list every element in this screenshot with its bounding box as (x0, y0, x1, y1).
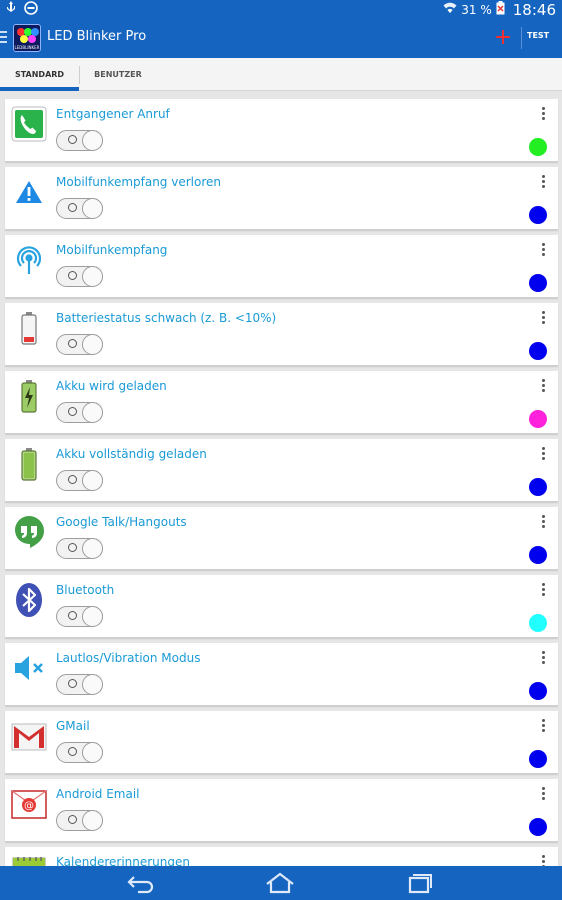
enable-toggle[interactable] (56, 810, 103, 831)
app-logo-text: LEDBLINKER (14, 45, 40, 50)
led-color-swatch[interactable] (529, 682, 547, 700)
home-icon[interactable] (265, 872, 295, 894)
overflow-menu-icon[interactable] (540, 855, 546, 866)
led-color-swatch[interactable] (529, 478, 547, 496)
item-label: Akku wird geladen (56, 379, 167, 393)
list-item[interactable]: Akku wird geladen (5, 371, 558, 434)
item-label: GMail (56, 719, 90, 733)
list-item[interactable]: Akku vollständig geladen (5, 439, 558, 502)
bluetooth-icon (11, 582, 47, 618)
svg-text:@: @ (24, 801, 34, 812)
add-button[interactable]: + (492, 25, 514, 51)
list-item[interactable]: @ Android Email (5, 779, 558, 842)
item-label: Mobilfunkempfang verloren (56, 175, 221, 189)
enable-toggle[interactable] (56, 334, 103, 355)
list-item[interactable]: Bluetooth (5, 575, 558, 638)
gmail-icon (11, 718, 47, 754)
action-bar: LEDBLINKER LED Blinker Pro + TEST (0, 19, 562, 58)
item-label: Batteriestatus schwach (z. B. <10%) (56, 311, 277, 325)
battery-charging-icon (11, 378, 47, 414)
drawer-menu-icon[interactable] (0, 31, 7, 45)
signal-warning-icon (11, 174, 47, 210)
clock: 18:46 (512, 0, 556, 19)
led-color-swatch[interactable] (529, 546, 547, 564)
item-label: Kalendererinnerungen (56, 855, 190, 866)
led-color-swatch[interactable] (529, 206, 547, 224)
item-label: Lautlos/Vibration Modus (56, 651, 201, 665)
led-color-swatch[interactable] (529, 614, 547, 632)
action-divider (521, 27, 522, 49)
list-item[interactable]: Kalendererinnerungen (5, 847, 558, 866)
list-item[interactable]: Google Talk/Hangouts (5, 507, 558, 570)
tab-benutzer[interactable]: BENUTZER (80, 58, 156, 91)
test-button[interactable]: TEST (527, 31, 549, 40)
list-item[interactable]: Batteriestatus schwach (z. B. <10%) (5, 303, 558, 366)
list-item[interactable]: Mobilfunkempfang verloren (5, 167, 558, 230)
usb-icon (6, 0, 16, 19)
item-label: Mobilfunkempfang (56, 243, 168, 257)
overflow-menu-icon[interactable] (540, 515, 546, 529)
battery-icon (496, 1, 505, 18)
recent-apps-icon[interactable] (404, 872, 434, 894)
overflow-menu-icon[interactable] (540, 175, 546, 189)
overflow-menu-icon[interactable] (540, 379, 546, 393)
enable-toggle[interactable] (56, 742, 103, 763)
navigation-bar (0, 866, 562, 900)
email-icon: @ (11, 786, 47, 822)
battery-percent: 31 % (461, 2, 492, 17)
enable-toggle[interactable] (56, 470, 103, 491)
enable-toggle[interactable] (56, 674, 103, 695)
tab-bar: STANDARD BENUTZER (0, 58, 562, 91)
app-logo-icon[interactable]: LEDBLINKER (13, 24, 41, 52)
calendar-icon (11, 854, 47, 866)
overflow-menu-icon[interactable] (540, 787, 546, 801)
enable-toggle[interactable] (56, 538, 103, 559)
mute-icon (11, 650, 47, 686)
wifi-icon (443, 2, 457, 17)
overflow-menu-icon[interactable] (540, 243, 546, 257)
led-color-swatch[interactable] (529, 410, 547, 428)
enable-toggle[interactable] (56, 606, 103, 627)
item-label: Bluetooth (56, 583, 115, 597)
status-bar: 31 % 18:46 (0, 0, 562, 19)
battery-full-icon (11, 446, 47, 482)
overflow-menu-icon[interactable] (540, 311, 546, 325)
overflow-menu-icon[interactable] (540, 447, 546, 461)
tab-standard[interactable]: STANDARD (0, 58, 79, 91)
app-title: LED Blinker Pro (47, 29, 147, 44)
overflow-menu-icon[interactable] (540, 107, 546, 121)
enable-toggle[interactable] (56, 402, 103, 423)
do-not-disturb-icon (24, 0, 38, 19)
list-item[interactable]: Lautlos/Vibration Modus (5, 643, 558, 706)
led-color-swatch[interactable] (529, 342, 547, 360)
item-label: Akku vollständig geladen (56, 447, 207, 461)
back-icon[interactable] (126, 872, 156, 894)
notification-list[interactable]: Entgangener Anruf Mobilfunkempfang verlo… (0, 91, 562, 866)
led-color-swatch[interactable] (529, 274, 547, 292)
overflow-menu-icon[interactable] (540, 651, 546, 665)
missed-call-icon (11, 106, 47, 142)
enable-toggle[interactable] (56, 130, 103, 151)
overflow-menu-icon[interactable] (540, 719, 546, 733)
antenna-icon (11, 242, 47, 278)
item-label: Entgangener Anruf (56, 107, 170, 121)
list-item[interactable]: Mobilfunkempfang (5, 235, 558, 298)
enable-toggle[interactable] (56, 266, 103, 287)
item-label: Android Email (56, 787, 140, 801)
item-label: Google Talk/Hangouts (56, 515, 187, 529)
led-color-swatch[interactable] (529, 750, 547, 768)
overflow-menu-icon[interactable] (540, 583, 546, 597)
battery-low-icon (11, 310, 47, 346)
enable-toggle[interactable] (56, 198, 103, 219)
list-item[interactable]: Entgangener Anruf (5, 99, 558, 162)
hangouts-icon (11, 514, 47, 550)
led-color-swatch[interactable] (529, 138, 547, 156)
led-color-swatch[interactable] (529, 818, 547, 836)
list-item[interactable]: GMail (5, 711, 558, 774)
